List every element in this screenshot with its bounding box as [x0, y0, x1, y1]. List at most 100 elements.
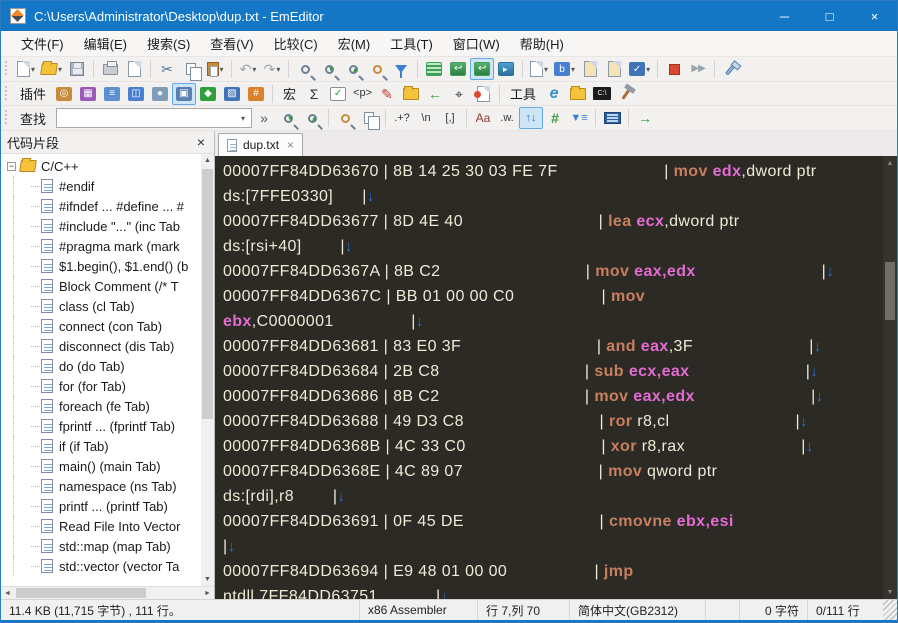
plugin-number-button[interactable]: ▦	[76, 83, 100, 105]
filter-button[interactable]	[389, 58, 413, 80]
menu-item[interactable]: 文件(F)	[11, 30, 74, 57]
snippet-item[interactable]: #pragma mark (mark	[1, 236, 201, 256]
match-case-button[interactable]: Aa	[471, 107, 495, 129]
macro-sigma-button[interactable]: Σ	[302, 83, 326, 105]
macro-back-button[interactable]: ←	[423, 83, 447, 105]
findbar-next-button[interactable]: ▾	[276, 107, 300, 129]
run-macro-button[interactable]: ▶▶	[686, 58, 710, 80]
incremental-search-button[interactable]: ↑↓	[519, 107, 544, 129]
snippet-item[interactable]: connect (con Tab)	[1, 316, 201, 336]
findbar-extract-button[interactable]	[357, 107, 381, 130]
snippet-item[interactable]: if (if Tab)	[1, 436, 201, 456]
find-next-button[interactable]: ▾	[317, 58, 341, 80]
tool-export-button[interactable]	[566, 83, 590, 105]
editor[interactable]: 00007FF84DD63670 | 8B 14 25 30 03 FE 7F …	[215, 156, 897, 599]
tool-browser-button[interactable]: e	[542, 83, 566, 105]
print-preview-button[interactable]	[122, 58, 146, 80]
undo-button[interactable]: ↶ ▾	[236, 58, 260, 80]
print-button[interactable]	[98, 58, 122, 80]
filter-lines-button[interactable]: ▼≡	[567, 107, 591, 129]
paste-button[interactable]: ▾	[203, 58, 227, 80]
macro-record-doc-button[interactable]	[471, 83, 495, 105]
whole-word-button[interactable]: .w.	[495, 107, 519, 129]
sidebar-vertical-scrollbar[interactable]: ▲ ▼	[201, 154, 214, 586]
menu-item[interactable]: 查看(V)	[200, 30, 263, 57]
snippet-item[interactable]: std::map (map Tab)	[1, 536, 201, 556]
scroll-up-icon[interactable]: ▲	[201, 154, 214, 167]
find-more-button[interactable]: »	[252, 107, 276, 129]
status-syntax[interactable]: x86 Assembler	[359, 600, 477, 620]
pin-button[interactable]	[719, 58, 743, 80]
macro-select-button[interactable]: ⌖	[447, 83, 471, 105]
tab-dup-txt[interactable]: dup.txt ×	[218, 133, 304, 156]
show-marks-button[interactable]: ▾	[527, 58, 551, 80]
find-in-files-button[interactable]	[365, 58, 389, 80]
validate-button[interactable]: ✓ ▾	[626, 58, 653, 80]
status-encoding[interactable]: 简体中文(GB2312)	[569, 600, 705, 620]
snippet-item[interactable]: do (do Tab)	[1, 356, 201, 376]
findbar-find-in-files-button[interactable]	[333, 107, 357, 129]
wrap-by-character-button[interactable]	[446, 58, 470, 80]
save-button[interactable]	[65, 58, 89, 80]
findbar-prev-button[interactable]: ▴	[300, 107, 324, 129]
scrollbar-thumb[interactable]	[885, 262, 895, 320]
snippet-item[interactable]: disconnect (dis Tab)	[1, 336, 201, 356]
snippet-item[interactable]: main() (main Tab)	[1, 456, 201, 476]
plugin-lines-button[interactable]: ≡	[100, 83, 124, 105]
macro-edit-button[interactable]: ✓	[326, 83, 350, 105]
snippet-item[interactable]: Read File Into Vector	[1, 516, 201, 536]
snippet-item[interactable]: printf ... (printf Tab)	[1, 496, 201, 516]
snippets-panel-close-button[interactable]: ×	[194, 134, 208, 150]
maximize-button[interactable]: □	[807, 1, 852, 31]
number-range-button[interactable]: [,]	[438, 107, 462, 129]
wrap-by-page-button[interactable]	[494, 58, 518, 80]
menu-item[interactable]: 工具(T)	[380, 30, 443, 57]
no-wrap-button[interactable]	[422, 58, 446, 80]
minimize-button[interactable]: ─	[762, 1, 807, 31]
snippet-item[interactable]: for (for Tab)	[1, 376, 201, 396]
menu-item[interactable]: 帮助(H)	[510, 30, 574, 57]
open-file-button[interactable]: ▾	[38, 58, 65, 80]
tool-command-prompt-button[interactable]: C:\	[590, 83, 614, 105]
status-cursor-position[interactable]: 行 7,列 70	[477, 600, 569, 620]
number-button[interactable]: #	[543, 107, 567, 129]
redo-button[interactable]: ↷ ▾	[260, 58, 284, 80]
menu-item[interactable]: 搜索(S)	[137, 30, 200, 57]
toolbar-grip[interactable]	[5, 61, 10, 77]
sidebar-horizontal-scrollbar[interactable]: ◄ ►	[1, 586, 214, 599]
snippet-item[interactable]: foreach (fe Tab)	[1, 396, 201, 416]
jump-button[interactable]: →	[633, 107, 657, 129]
full-screen-button[interactable]	[600, 107, 624, 129]
macro-colors-button[interactable]: ✎	[375, 83, 399, 105]
editor-vertical-scrollbar[interactable]: ▲ ▼	[883, 156, 897, 599]
plugin-window-list-button[interactable]: ▨	[220, 83, 244, 105]
cut-button[interactable]: ✂	[155, 58, 179, 80]
toolbar-grip[interactable]	[5, 85, 10, 102]
snippet-item[interactable]: #endif	[1, 176, 201, 196]
collapse-icon[interactable]: −	[7, 161, 16, 171]
plugin-comment-button[interactable]: ●	[148, 83, 172, 105]
close-button[interactable]: ×	[852, 1, 897, 31]
snippet-item[interactable]: fprintf ... (fprintf Tab)	[1, 416, 201, 436]
find-input[interactable]: ▾	[56, 108, 253, 128]
menu-item[interactable]: 宏(M)	[328, 30, 381, 57]
snippet-item[interactable]: #ifndef ... #define ... #	[1, 196, 201, 216]
find-previous-button[interactable]: ▴	[341, 58, 365, 80]
encoding-button[interactable]: b ▾	[551, 58, 578, 80]
snippet-item[interactable]: namespace (ns Tab)	[1, 476, 201, 496]
snippet-item[interactable]: $1.begin(), $1.end() (b	[1, 256, 201, 276]
plugin-find-button[interactable]: ◎	[52, 83, 76, 105]
regex-button[interactable]: .+?	[390, 107, 414, 129]
snippet-item[interactable]: std::vector (vector Ta	[1, 556, 201, 576]
plugin-snippets-button[interactable]: ▣	[172, 82, 197, 105]
combo-dropdown-icon[interactable]: ▾	[235, 109, 251, 127]
macro-open-button[interactable]	[399, 83, 423, 105]
wrap-by-window-button[interactable]	[470, 58, 495, 80]
escape-sequence-button[interactable]: \n	[414, 107, 438, 129]
scroll-down-icon[interactable]: ▼	[201, 573, 214, 586]
resize-grip[interactable]	[883, 600, 897, 620]
snippet-item[interactable]: Block Comment (/* T	[1, 276, 201, 296]
copy-button[interactable]	[179, 58, 203, 81]
snippet-item[interactable]: #include "..." (inc Tab	[1, 216, 201, 236]
menu-item[interactable]: 编辑(E)	[74, 30, 137, 57]
